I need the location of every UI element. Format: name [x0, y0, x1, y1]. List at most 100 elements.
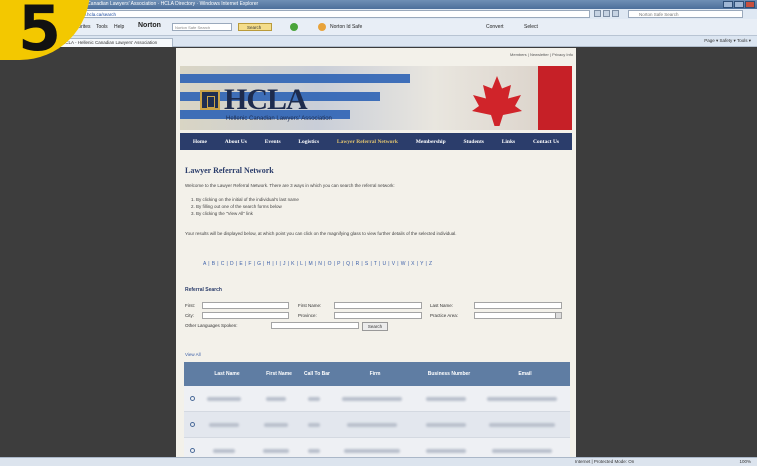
first-label: First: [185, 303, 195, 308]
province-label: Province: [298, 313, 317, 318]
window-titlebar: Hellenic Canadian Lawyers' Association ·… [0, 0, 757, 9]
browser-toolbar: Favorites Tools Help Norton Norton Safe … [0, 19, 757, 36]
practice-area-label: Practice Area: [430, 313, 459, 318]
minimize-icon[interactable] [723, 1, 733, 8]
redacted-cell [342, 396, 402, 401]
nav-links[interactable]: Links [502, 139, 515, 145]
redacted-cell [263, 448, 289, 453]
city-label: City: [185, 313, 194, 318]
redacted-cell [426, 396, 466, 401]
last-name-input[interactable] [474, 302, 562, 309]
referral-search-title: Referral Search [185, 287, 222, 293]
redacted-cell [213, 448, 235, 453]
browser-search-input[interactable]: Norton Safe Search [628, 10, 743, 18]
alphabet-links[interactable]: A | B | C | D | E | F | G | H | I | J | … [203, 261, 432, 267]
maple-leaf-icon [472, 76, 522, 126]
close-icon[interactable] [745, 1, 755, 8]
nav-logistics[interactable]: Logistics [298, 139, 319, 145]
command-bar[interactable]: Page ▾ Safety ▾ Tools ▾ [704, 38, 751, 44]
maximize-icon[interactable] [734, 1, 744, 8]
other-languages-label: Other Languages Spoken: [185, 323, 238, 328]
site-tagline: Hellenic Canadian Lawyers' Association [226, 116, 332, 122]
nav-events[interactable]: Events [265, 139, 281, 145]
redacted-cell [344, 448, 400, 453]
zoom-level[interactable]: 100% [739, 459, 751, 464]
last-name-label: Last Name: [430, 303, 454, 308]
col-first-name[interactable]: First Name [256, 371, 302, 377]
redacted-cell [347, 422, 397, 427]
list-item: By clicking on the initial of the indivi… [196, 196, 299, 203]
address-buttons [594, 10, 619, 17]
identity-safe-label[interactable]: Norton Id Safe [330, 24, 362, 30]
nav-contact[interactable]: Contact Us [533, 139, 559, 145]
tab-title: HCLA - Hellenic Canadian Lawyers' Associ… [62, 40, 158, 45]
list-item: By clicking the "View All" link [196, 210, 299, 217]
redacted-cell [426, 422, 466, 427]
redacted-cell [308, 448, 320, 453]
window-controls [723, 1, 755, 8]
col-call-to-bar[interactable]: Call To Bar [302, 371, 332, 377]
select-button[interactable]: Select [524, 24, 538, 30]
norton-search-button[interactable]: Search [238, 23, 272, 31]
top-links[interactable]: Members | Newsletter | Privacy Info [510, 52, 573, 57]
main-nav: Home About Us Events Logistics Lawyer Re… [180, 133, 572, 150]
refresh-icon[interactable] [603, 10, 610, 17]
browser-viewport: Members | Newsletter | Privacy Info HCLA… [0, 48, 757, 464]
security-zone[interactable]: Internet | Protected Mode: On [575, 459, 634, 464]
results-table: Last Name First Name Call To Bar Firm Bu… [184, 362, 570, 464]
nav-membership[interactable]: Membership [416, 139, 446, 145]
address-input[interactable]: http://www.hcla.ca/search [60, 10, 590, 18]
redacted-cell [264, 422, 288, 427]
redacted-cell [492, 448, 552, 453]
norton-search-input[interactable]: Norton Safe Search [172, 23, 232, 31]
redacted-cell [207, 396, 241, 401]
list-item: By filling out one of the search forms b… [196, 203, 299, 210]
redacted-cell [426, 448, 466, 453]
col-email[interactable]: Email [480, 371, 570, 377]
nav-students[interactable]: Students [463, 139, 483, 145]
redacted-cell [487, 396, 557, 401]
first-input[interactable] [202, 302, 289, 309]
web-page: Members | Newsletter | Privacy Info HCLA… [176, 48, 576, 464]
table-row [184, 386, 570, 412]
flag-stripe [180, 74, 410, 83]
col-business-number[interactable]: Business Number [418, 371, 480, 377]
redacted-cell [266, 396, 286, 401]
intro-text: Welcome to the Lawyer Referral Network. … [185, 183, 395, 188]
stop-icon[interactable] [612, 10, 619, 17]
dropdown-icon[interactable] [594, 10, 601, 17]
header-banner: HCLA Hellenic Canadian Lawyers' Associat… [180, 66, 572, 130]
redacted-cell [308, 396, 320, 401]
other-languages-input[interactable] [271, 322, 359, 329]
norton-logo: Norton [138, 22, 161, 29]
tab-hcla[interactable]: HCLA - Hellenic Canadian Lawyers' Associ… [53, 38, 173, 47]
province-input[interactable] [334, 312, 422, 319]
redacted-cell [209, 422, 239, 427]
first-name-input[interactable] [334, 302, 422, 309]
city-input[interactable] [202, 312, 289, 319]
nav-home[interactable]: Home [193, 139, 207, 145]
col-last-name[interactable]: Last Name [198, 371, 256, 377]
col-firm[interactable]: Firm [332, 371, 418, 377]
hcla-emblem-icon [200, 90, 220, 110]
steps-list: By clicking on the initial of the indivi… [190, 196, 299, 217]
menu-help[interactable]: Help [114, 24, 124, 30]
first-name-label: First Name: [298, 303, 322, 308]
search-button[interactable]: Search [362, 322, 388, 331]
flag-red-band [538, 66, 572, 130]
tab-bar: HCLA - Hellenic Canadian Lawyers' Associ… [0, 36, 757, 47]
view-all-link[interactable]: View All [185, 352, 201, 357]
menu-tools[interactable]: Tools [96, 24, 108, 30]
redacted-cell [308, 422, 320, 427]
convert-button[interactable]: Convert [486, 24, 504, 30]
redacted-cell [489, 422, 555, 427]
address-bar-row: http://www.hcla.ca/search Norton Safe Se… [0, 9, 757, 19]
status-bar: Internet | Protected Mode: On 100% [0, 457, 757, 466]
nav-lawyer-referral[interactable]: Lawyer Referral Network [337, 139, 398, 145]
chevron-down-icon [555, 313, 561, 318]
site-logo[interactable]: HCLA [224, 83, 308, 117]
practice-area-select[interactable] [474, 312, 562, 319]
identity-safe-icon[interactable] [318, 23, 326, 31]
safe-web-icon[interactable] [290, 23, 298, 31]
nav-about[interactable]: About Us [225, 139, 247, 145]
